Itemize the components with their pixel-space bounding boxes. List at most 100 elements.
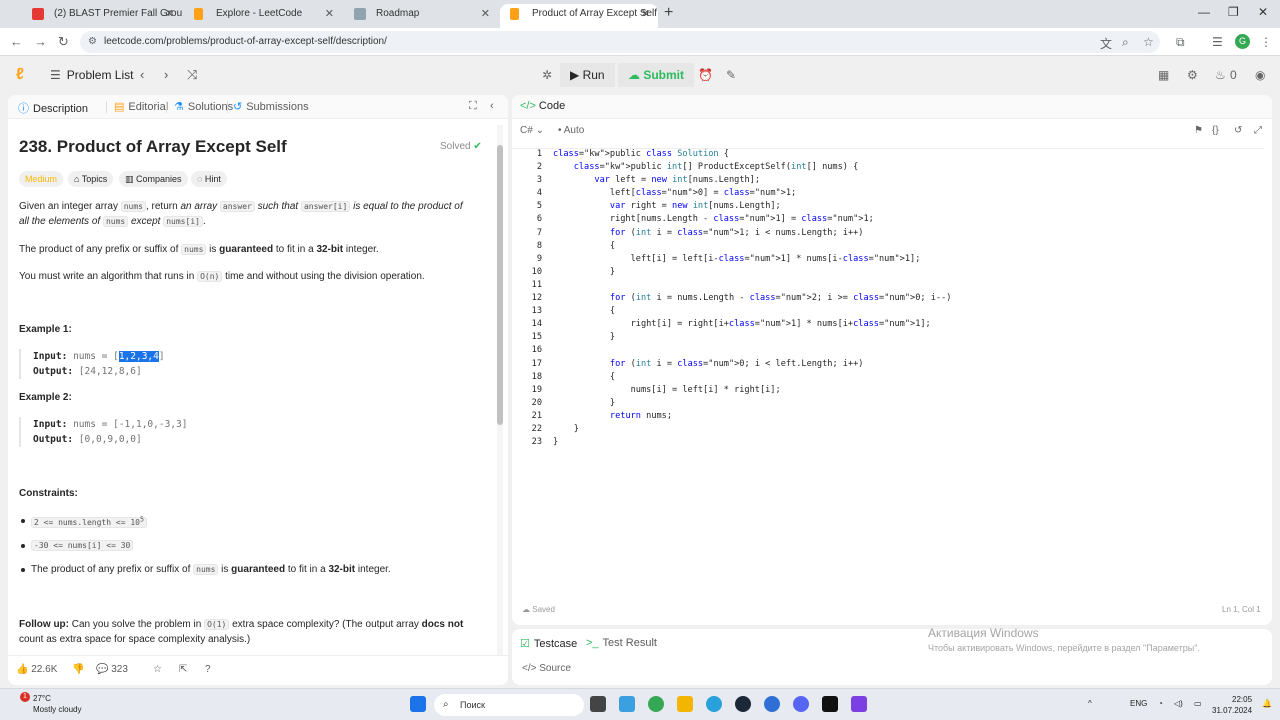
- settings-icon[interactable]: ⚙: [1187, 68, 1198, 82]
- clock[interactable]: 22:05 31.07.2024: [1212, 694, 1252, 716]
- language-indicator[interactable]: ENG: [1130, 699, 1147, 708]
- favorite-star-icon[interactable]: ☆: [153, 664, 162, 675]
- steam-icon[interactable]: [735, 696, 751, 712]
- layout-icon[interactable]: ▦: [1158, 68, 1169, 82]
- problem-list-button[interactable]: ☰ Problem List: [50, 68, 133, 82]
- code-line[interactable]: 13 {: [512, 305, 1272, 318]
- reset-icon[interactable]: ↺: [1234, 125, 1242, 136]
- telegram-icon[interactable]: [706, 696, 722, 712]
- companies-button[interactable]: ▥ Companies: [119, 171, 188, 187]
- browser-tab-1[interactable]: (2) BLAST Premier Fall Groups 2 ✕: [22, 4, 182, 28]
- expand-icon[interactable]: ⤢: [1254, 125, 1262, 136]
- code-line[interactable]: 8 {: [512, 240, 1272, 253]
- source-toggle[interactable]: </> Source: [522, 663, 571, 674]
- user-avatar-icon[interactable]: ◉: [1255, 68, 1265, 82]
- code-line[interactable]: 5 var right = new int[nums.Length];: [512, 200, 1272, 213]
- volume-icon[interactable]: ◁): [1174, 699, 1183, 708]
- share-icon[interactable]: ⇱: [179, 664, 187, 675]
- task-view-icon[interactable]: [590, 696, 606, 712]
- code-line[interactable]: 7 for (int i = class="num">1; i < nums.L…: [512, 227, 1272, 240]
- browser-tab-3[interactable]: Roadmap ✕: [344, 4, 498, 28]
- scrollbar-thumb[interactable]: [497, 145, 503, 425]
- close-icon[interactable]: ✕: [165, 4, 174, 24]
- battery-icon[interactable]: ▭: [1194, 699, 1202, 708]
- browser-tab-active[interactable]: Product of Array Except Self - L ✕: [500, 4, 658, 28]
- topics-button[interactable]: ⌂ Topics: [68, 171, 114, 187]
- forward-icon[interactable]: →: [34, 34, 47, 49]
- code-line[interactable]: 18 {: [512, 371, 1272, 384]
- tab-solutions[interactable]: ⚗ Solutions: [174, 100, 233, 113]
- shuffle-icon[interactable]: ⤨: [187, 67, 197, 83]
- extensions-icon[interactable]: ⧉: [1176, 35, 1185, 50]
- reading-list-icon[interactable]: ☰: [1212, 35, 1223, 49]
- collapse-icon[interactable]: ‹: [490, 100, 494, 112]
- notifications-icon[interactable]: 🔔: [1262, 699, 1272, 708]
- code-line[interactable]: 10 }: [512, 266, 1272, 279]
- close-icon[interactable]: ✕: [481, 4, 490, 24]
- format-code-icon[interactable]: {}: [1212, 125, 1219, 136]
- code-line[interactable]: 9 left[i] = left[i-class="num">1] * nums…: [512, 253, 1272, 266]
- code-tab[interactable]: </> Code: [520, 100, 565, 112]
- code-line[interactable]: 16: [512, 344, 1272, 357]
- code-line[interactable]: 6 right[nums.Length - class="num">1] = c…: [512, 213, 1272, 226]
- tray-chevron-icon[interactable]: ^: [1088, 699, 1092, 708]
- weather-widget[interactable]: 27°C Mostly cloudy: [33, 693, 81, 715]
- tab-submissions[interactable]: ↺ Submissions: [233, 100, 309, 113]
- wifi-icon[interactable]: ◔: [1158, 699, 1163, 708]
- debug-icon[interactable]: ✲: [542, 68, 552, 82]
- menu-icon[interactable]: ⋮: [1260, 35, 1272, 49]
- minimize-icon[interactable]: —: [1198, 5, 1210, 19]
- profile-avatar[interactable]: G: [1235, 34, 1250, 49]
- tab-description[interactable]: ⓘ Description: [18, 100, 88, 116]
- code-line[interactable]: 20 }: [512, 397, 1272, 410]
- visual-studio-icon[interactable]: [851, 696, 867, 712]
- streak-icon[interactable]: ♨: [1215, 68, 1226, 82]
- hint-button[interactable]: ◌ Hint: [191, 171, 227, 187]
- fullscreen-icon[interactable]: ⛶: [469, 100, 477, 113]
- close-window-icon[interactable]: ✕: [1258, 5, 1268, 19]
- reload-icon[interactable]: ↻: [58, 34, 69, 50]
- next-problem-icon[interactable]: ›: [164, 67, 168, 82]
- windows-start-icon[interactable]: [410, 696, 426, 712]
- translate-icon[interactable]: 文: [1100, 35, 1112, 52]
- taskbar-search[interactable]: ⌕ Поиск: [434, 694, 584, 716]
- discord-icon[interactable]: [793, 696, 809, 712]
- close-icon[interactable]: ✕: [641, 4, 650, 24]
- prev-problem-icon[interactable]: ‹: [140, 67, 144, 82]
- code-line[interactable]: 1 class="kw">public class Solution {: [512, 148, 1272, 161]
- new-tab-icon[interactable]: +: [664, 4, 673, 22]
- thumbs-down-icon[interactable]: 👎: [72, 664, 84, 675]
- submit-button[interactable]: ☁ Submit: [618, 63, 695, 87]
- auto-mode-toggle[interactable]: • Auto: [558, 125, 584, 136]
- url-field[interactable]: ⚙ leetcode.com/problems/product-of-array…: [80, 31, 1160, 53]
- code-line[interactable]: 14 right[i] = right[i+class="num">1] * n…: [512, 318, 1272, 331]
- leetcode-logo-icon[interactable]: ℓ: [16, 66, 24, 84]
- code-line[interactable]: 17 for (int i = class="num">0; i < left.…: [512, 358, 1272, 371]
- notes-icon[interactable]: ✎: [726, 68, 736, 82]
- code-line[interactable]: 12 for (int i = nums.Length - class="num…: [512, 292, 1272, 305]
- timer-icon[interactable]: ⏰: [698, 68, 713, 82]
- tab-testcase[interactable]: ☑ Testcase: [520, 637, 577, 650]
- file-explorer-icon[interactable]: [677, 696, 693, 712]
- like-button[interactable]: 👍 22.6K: [16, 664, 57, 675]
- run-button[interactable]: ▶ Run: [560, 63, 615, 87]
- tab-test-result[interactable]: >_ Test Result: [586, 637, 657, 649]
- code-line[interactable]: 22 }: [512, 423, 1272, 436]
- edge-icon[interactable]: [619, 696, 635, 712]
- zoom-icon[interactable]: ⌕: [1122, 35, 1129, 50]
- close-icon[interactable]: ✕: [325, 4, 334, 24]
- app-icon[interactable]: [764, 696, 780, 712]
- code-line[interactable]: 3 var left = new int[nums.Length];: [512, 174, 1272, 187]
- site-info-icon[interactable]: ⚙: [88, 31, 97, 53]
- bookmark-star-icon[interactable]: ☆: [1143, 35, 1154, 49]
- code-line[interactable]: 15 }: [512, 331, 1272, 344]
- comments-button[interactable]: 💬 323: [96, 664, 128, 675]
- code-line[interactable]: 23}: [512, 436, 1272, 449]
- tab-editorial[interactable]: ▤ Editorial: [114, 100, 168, 113]
- restore-icon[interactable]: ❐: [1228, 5, 1239, 19]
- terminal-app-icon[interactable]: [822, 696, 838, 712]
- code-line[interactable]: 21 return nums;: [512, 410, 1272, 423]
- help-icon[interactable]: ?: [205, 664, 211, 675]
- code-line[interactable]: 2 class="kw">public int[] ProductExceptS…: [512, 161, 1272, 174]
- back-icon[interactable]: ←: [10, 34, 23, 49]
